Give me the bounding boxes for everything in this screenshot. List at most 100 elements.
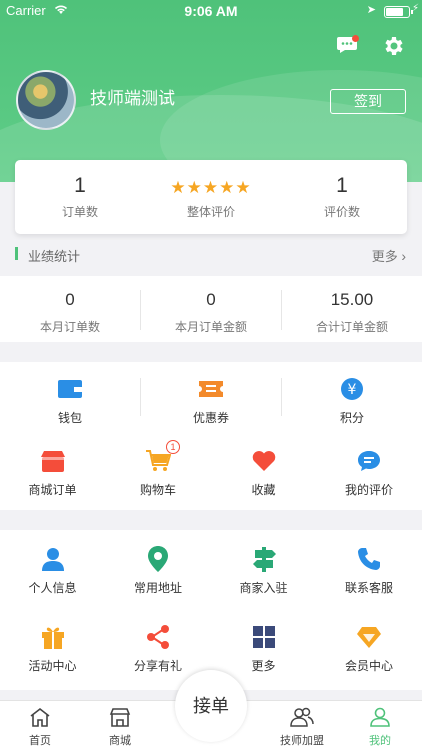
take-order-button[interactable]: 接单 [175,670,247,742]
tab-home-label: 首页 [29,735,51,747]
cart-entry[interactable]: 1 购物车 [105,440,211,498]
star-icon: ★ [219,178,236,197]
assets-panel: 钱包 优惠券 ¥ 积分 商城订单 1 购物车 收藏 我的评价 [0,362,422,510]
review-count: 1 [336,174,348,197]
more-link[interactable]: 更多 › [372,246,406,265]
perf-item[interactable]: 15.00 合计订单金额 [282,276,422,335]
merchant-join-label: 商家入驻 [239,581,288,595]
shop-order-icon [40,451,65,472]
tab-join[interactable]: 技师加盟 [262,707,342,748]
cart-label: 购物车 [139,483,176,497]
my-reviews-entry[interactable]: 我的评价 [316,446,422,498]
points-icon: ¥ [341,378,363,400]
star-icon: ★ [235,178,252,197]
clock: 9:06 AM [184,3,238,19]
signin-button[interactable]: 签到 [330,89,406,114]
star-icon: ★ [186,178,203,197]
personal-info-label: 个人信息 [28,581,77,595]
rating-label: 整体评价 [186,205,235,219]
store-icon [109,708,131,727]
perf-label: 本月订单数 [39,320,100,334]
member-center-label: 会员中心 [344,659,393,673]
address-entry[interactable]: 常用地址 [105,544,211,596]
personal-info-entry[interactable]: 个人信息 [0,544,105,596]
share-gift-entry[interactable]: 分享有礼 [105,622,211,674]
signpost-icon [252,547,276,572]
member-center-entry[interactable]: 会员中心 [316,622,422,674]
gear-icon[interactable] [382,34,406,58]
shop-order-entry[interactable]: 商城订单 [0,446,105,498]
activity-center-entry[interactable]: 活动中心 [0,622,105,674]
customer-service-label: 联系客服 [344,581,393,595]
perf-value: 0 [206,290,216,309]
rating-stars: ★★★★★ [146,178,276,200]
review-count-stat[interactable]: 1 评价数 [277,160,407,220]
perf-value: 0 [65,290,75,309]
customer-service-entry[interactable]: 联系客服 [316,544,422,596]
phone-icon [358,548,380,570]
performance-section-header: 业绩统计 更多 › [0,240,422,268]
share-gift-label: 分享有礼 [133,659,182,673]
cart-icon [146,450,171,471]
perf-item[interactable]: 0 本月订单数 [0,276,140,335]
order-count: 1 [74,174,86,197]
gift-icon [41,627,64,649]
shop-order-label: 商城订单 [28,483,77,497]
address-label: 常用地址 [133,581,182,595]
comment-icon [358,451,380,471]
person-icon [41,548,64,571]
star-icon: ★ [170,178,187,197]
user-icon [370,707,390,727]
performance-panel: 0 本月订单数 0 本月订单金额 15.00 合计订单金额 [0,276,422,342]
points-label: 积分 [339,411,364,425]
tab-join-label: 技师加盟 [280,735,324,747]
grid-icon [252,626,275,648]
merchant-join-entry[interactable]: 商家入驻 [211,544,316,596]
profile-header: Carrier 9:06 AM ➤ ⚡ 技师端测试 签到 [0,0,422,182]
tab-mall[interactable]: 商城 [80,707,160,748]
perf-label: 合计订单金额 [315,320,388,334]
share-icon [147,625,169,649]
order-count-stat[interactable]: 1 订单数 [15,160,145,220]
message-unread-dot [352,35,359,42]
points-entry[interactable]: ¥ 积分 [282,374,422,426]
avatar[interactable] [16,70,76,130]
wallet-label: 钱包 [57,411,82,425]
status-bar: Carrier 9:06 AM ➤ ⚡ [0,0,422,22]
wallet-icon [58,380,82,398]
more-label: 更多 [371,249,398,264]
activity-center-label: 活动中心 [28,659,77,673]
more-entry[interactable]: 更多 [211,622,316,674]
location-arrow-icon: ➤ [366,4,376,16]
home-icon [30,707,50,727]
perf-item[interactable]: 0 本月订单金额 [141,276,281,335]
username: 技师端测试 [90,89,175,108]
star-icon: ★ [202,178,220,197]
review-count-label: 评价数 [323,205,360,219]
wallet-entry[interactable]: 钱包 [0,374,140,426]
rating-stat[interactable]: ★★★★★ 整体评价 [146,160,276,220]
charging-icon: ⚡ [411,3,419,14]
location-icon [148,546,168,572]
tab-home[interactable]: 首页 [0,707,80,748]
favorites-label: 收藏 [251,483,276,497]
favorites-entry[interactable]: 收藏 [211,446,316,498]
perf-value: 15.00 [330,290,374,309]
battery-icon [384,6,413,18]
heart-icon [252,451,275,471]
services-panel: 个人信息 常用地址 商家入驻 联系客服 活动中心 分享有礼 更多 会员中心 [0,530,422,690]
cart-badge: 1 [166,440,180,454]
coupon-icon [199,381,223,397]
svg-text:¥: ¥ [348,382,357,398]
tab-mine-label: 我的 [369,735,391,747]
section-title: 业绩统计 [28,249,81,264]
more-label: 更多 [251,659,276,673]
coupon-entry[interactable]: 优惠券 [141,374,281,426]
order-count-label: 订单数 [61,205,98,219]
coupon-label: 优惠券 [192,411,229,425]
tab-mine[interactable]: 我的 [340,707,420,748]
section-accent-bar [15,247,18,260]
my-reviews-label: 我的评价 [344,483,393,497]
diamond-icon [357,627,381,648]
group-icon [290,707,314,727]
